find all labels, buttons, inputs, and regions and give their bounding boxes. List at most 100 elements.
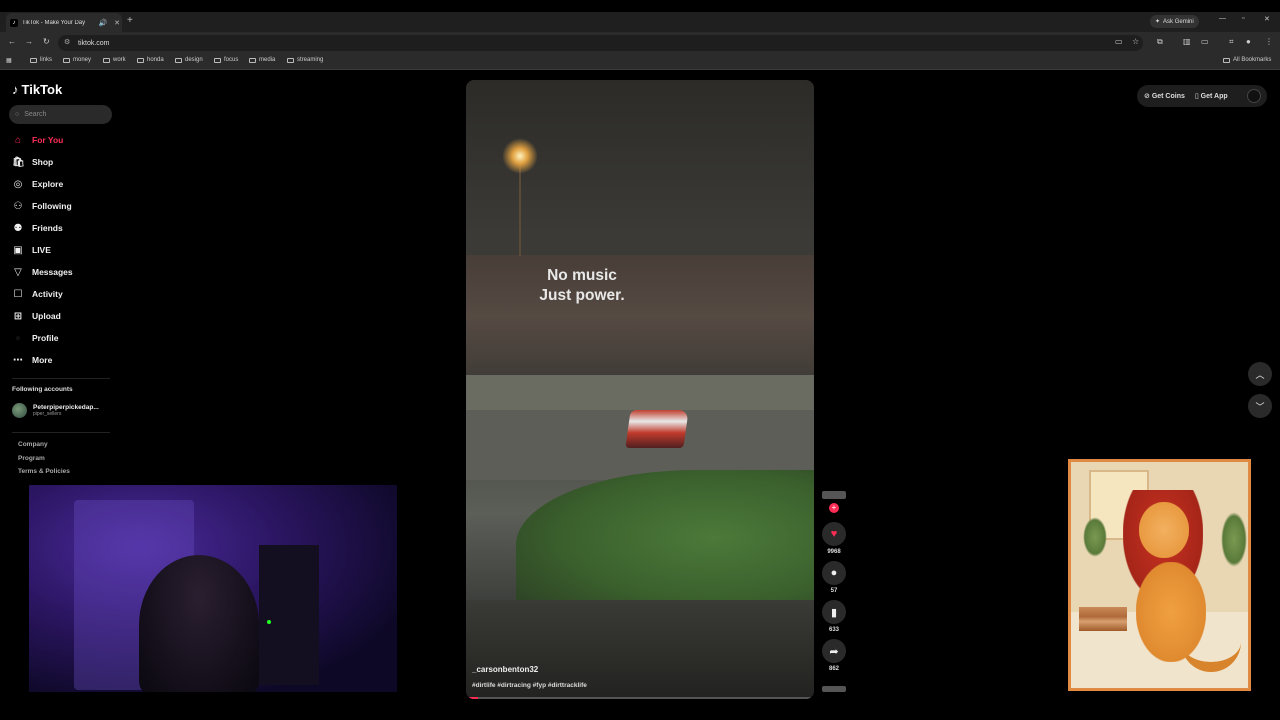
- bookmark-star-icon[interactable]: ☆: [1132, 37, 1139, 46]
- following-account-item[interactable]: Peterpiperpickedap... piper_sellers: [12, 403, 99, 418]
- search-icon: ○: [15, 111, 20, 118]
- forward-icon[interactable]: →: [25, 37, 33, 46]
- search-input[interactable]: ○ Search: [9, 105, 112, 124]
- music-disc-icon[interactable]: [822, 686, 846, 692]
- get-app-label: Get App: [1200, 93, 1228, 100]
- profile-icon: ●: [14, 332, 22, 344]
- sidebar-item-shop[interactable]: 🛍 Shop: [12, 155, 53, 169]
- follow-plus-icon[interactable]: +: [829, 503, 839, 513]
- more-icon: ⋯: [13, 354, 23, 366]
- sidebar-item-more[interactable]: ⋯ More: [12, 353, 52, 367]
- leopard-artwork-overlay: [1068, 459, 1251, 691]
- video-progress-bar[interactable]: [466, 697, 814, 699]
- user-avatar[interactable]: [1247, 89, 1261, 103]
- bookmark-label: honda: [147, 57, 164, 63]
- bookmark-folder[interactable]: honda: [137, 57, 164, 63]
- sidebar-item-upload[interactable]: ⊞ Upload: [12, 309, 61, 323]
- bookmark-folder[interactable]: focus: [214, 57, 238, 63]
- comment-count: 57: [830, 588, 838, 594]
- bookmark-folder[interactable]: streaming: [287, 57, 323, 63]
- ask-gemini-label: Ask Gemini: [1163, 18, 1194, 25]
- ask-gemini-button[interactable]: ✦ Ask Gemini: [1150, 15, 1199, 28]
- get-app-button[interactable]: ▯ Get App: [1195, 92, 1228, 100]
- creator-avatar[interactable]: [822, 491, 846, 499]
- bookmark-folder[interactable]: media: [249, 57, 275, 63]
- close-tab-icon[interactable]: ✕: [112, 19, 122, 27]
- sidebar-item-label: Friends: [32, 223, 63, 233]
- video-progress-fill: [466, 697, 478, 699]
- video-hashtags[interactable]: #dirtlife #dirtracing #fyp #dirttracklif…: [472, 682, 587, 689]
- menu-kebab-icon[interactable]: ⋮: [1265, 37, 1273, 46]
- cast-icon[interactable]: ▭: [1115, 37, 1123, 46]
- chevron-down-icon: ﹀: [1255, 401, 1265, 412]
- video-player[interactable]: No music Just power. _carsonbenton32 #di…: [466, 80, 814, 699]
- get-coins-label: Get Coins: [1151, 93, 1185, 100]
- bookmark-folder[interactable]: links: [30, 57, 52, 63]
- like-button[interactable]: ♥ 9968: [822, 522, 846, 555]
- tab-title: TikTok - Make Your Day: [22, 19, 86, 26]
- site-info-icon[interactable]: ⚙: [64, 38, 70, 46]
- heart-icon: ♥: [822, 522, 846, 546]
- sidebar-item-label: Activity: [32, 289, 63, 299]
- next-video-button[interactable]: ﹀: [1248, 394, 1272, 418]
- sidepanel-icon[interactable]: ▥: [1183, 37, 1191, 46]
- folder-icon: [137, 57, 144, 63]
- speaker-icon[interactable]: 🔊: [98, 19, 108, 27]
- bookmark-label: work: [113, 57, 126, 63]
- sidebar-item-activity[interactable]: ☐ Activity: [12, 287, 63, 301]
- sidebar-item-label: More: [32, 355, 53, 365]
- all-bookmarks-label: All Bookmarks: [1233, 57, 1272, 63]
- art-plant-right: [1221, 512, 1247, 567]
- sidebar-item-label: Upload: [32, 311, 61, 321]
- bookmark-label: links: [40, 57, 53, 63]
- sidebar-item-explore[interactable]: ◎ Explore: [12, 177, 64, 191]
- footer-link-program[interactable]: Program: [18, 455, 45, 462]
- share-button[interactable]: ➦ 862: [822, 639, 846, 672]
- footer-link-terms[interactable]: Terms & Policies: [18, 468, 70, 475]
- comment-icon: ●: [822, 561, 846, 585]
- sidebar-item-messages[interactable]: ▽ Messages: [12, 265, 73, 279]
- back-icon[interactable]: ←: [8, 37, 16, 46]
- sidebar-item-profile[interactable]: ● Profile: [12, 331, 58, 345]
- sidebar-item-label: Explore: [32, 179, 64, 189]
- folder-icon: [249, 57, 256, 63]
- upload-icon: ⊞: [13, 310, 23, 322]
- minimize-icon[interactable]: —: [1219, 15, 1226, 22]
- profile-avatar-icon[interactable]: ●: [1246, 37, 1251, 46]
- apps-grid-icon[interactable]: ▦: [6, 57, 12, 64]
- comment-button[interactable]: ● 57: [822, 561, 846, 594]
- share-icon: ➦: [822, 639, 846, 663]
- bookmark-folder[interactable]: design: [175, 57, 203, 63]
- extensions-icon[interactable]: ⧉: [1157, 37, 1163, 47]
- webcam-led: [267, 620, 271, 624]
- account-name: Peterpiperpickedap...: [33, 404, 99, 411]
- get-coins-button[interactable]: ⊘ Get Coins: [1144, 92, 1185, 100]
- sidebar-item-live[interactable]: ▣ LIVE: [12, 243, 51, 257]
- tiktok-logo[interactable]: ♪ TikTok: [12, 82, 62, 97]
- account-handle: piper_sellers: [33, 411, 62, 417]
- tiktok-note-icon: ♪: [12, 82, 19, 97]
- screen-icon[interactable]: ▭: [1201, 37, 1209, 46]
- video-username[interactable]: _carsonbenton32: [472, 665, 538, 674]
- restore-icon[interactable]: ▫: [1242, 15, 1244, 22]
- footer-link-company[interactable]: Company: [18, 441, 48, 448]
- extension-icon[interactable]: ⌗: [1229, 37, 1234, 47]
- folder-icon: [1223, 57, 1230, 63]
- art-leopard-face: [1139, 502, 1189, 558]
- gemini-icon: ✦: [1155, 19, 1161, 25]
- sidebar-item-following[interactable]: ⚇ Following: [12, 199, 72, 213]
- bookmark-folder[interactable]: work: [103, 57, 126, 63]
- top-right-actions: ⊘ Get Coins ▯ Get App: [1137, 85, 1267, 107]
- bookmark-folder[interactable]: money: [63, 57, 91, 63]
- reload-icon[interactable]: ↻: [43, 37, 50, 46]
- all-bookmarks[interactable]: All Bookmarks: [1223, 57, 1271, 63]
- url-bar[interactable]: tiktok.com: [58, 35, 1143, 51]
- new-tab-icon[interactable]: +: [127, 15, 133, 26]
- previous-video-button[interactable]: ︿: [1248, 362, 1272, 386]
- sidebar-item-friends[interactable]: ⚉ Friends: [12, 221, 63, 235]
- art-plant-left: [1083, 517, 1107, 557]
- close-window-icon[interactable]: ✕: [1264, 15, 1270, 23]
- browser-tab-tiktok[interactable]: ♪ TikTok - Make Your Day 🔊 ✕: [6, 13, 122, 32]
- sidebar-item-for-you[interactable]: ⌂ For You: [12, 133, 63, 147]
- save-button[interactable]: ▮ 633: [822, 600, 846, 633]
